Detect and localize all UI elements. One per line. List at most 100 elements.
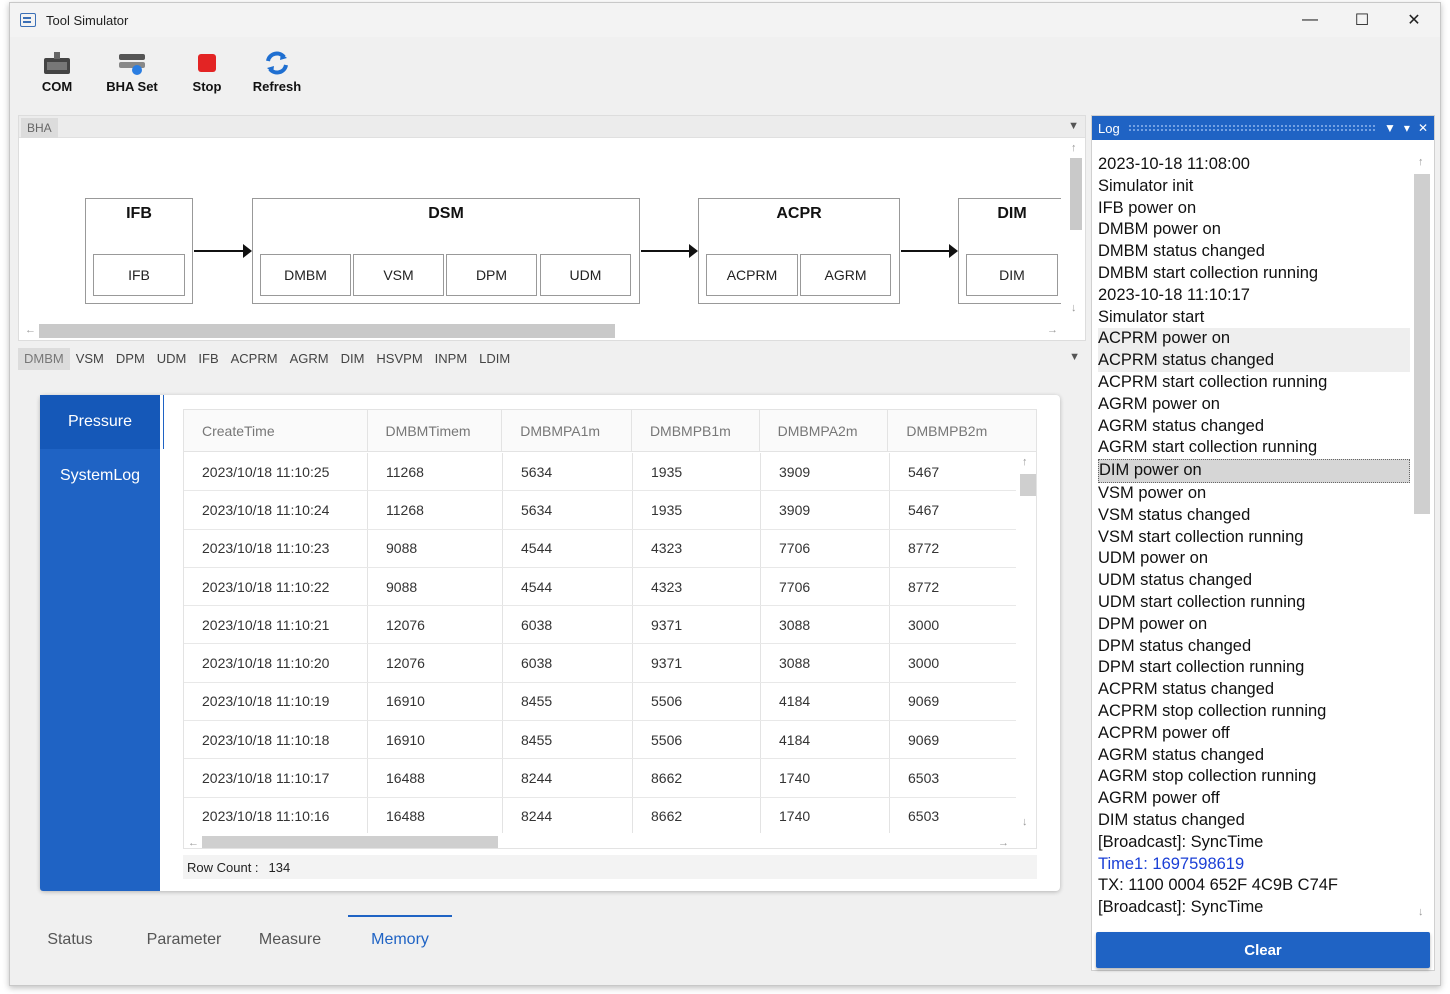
tab-udm[interactable]: UDM: [151, 348, 193, 370]
log-line[interactable]: DIM power on: [1098, 459, 1410, 483]
tab-bha[interactable]: BHA: [21, 118, 58, 138]
log-line[interactable]: IFB power on: [1098, 198, 1410, 220]
refresh-button[interactable]: Refresh: [252, 39, 302, 94]
log-line[interactable]: 2023-10-18 11:08:00: [1098, 154, 1410, 176]
table-row[interactable]: 2023/10/18 11:10:16 16488 8244 8662 1740 6503: [184, 797, 1016, 833]
log-line[interactable]: DMBM power on: [1098, 219, 1410, 241]
log-line[interactable]: AGRM status changed: [1098, 745, 1410, 767]
tab-parameter[interactable]: Parameter: [134, 915, 234, 955]
grid-vertical-scrollbar[interactable]: ↑ ↓: [1018, 454, 1036, 834]
module-acpr[interactable]: ACPR ACPRM AGRM: [698, 198, 900, 304]
tab-agrm[interactable]: AGRM: [284, 348, 335, 370]
tab-ldim[interactable]: LDIM: [473, 348, 516, 370]
log-line[interactable]: UDM start collection running: [1098, 592, 1410, 614]
tab-vsm[interactable]: VSM: [70, 348, 110, 370]
tabs-dropdown-icon[interactable]: ▼: [1069, 351, 1080, 363]
drag-grip[interactable]: [1127, 124, 1377, 132]
scroll-thumb[interactable]: [39, 324, 615, 338]
log-line[interactable]: VSM status changed: [1098, 505, 1410, 527]
scroll-right-icon[interactable]: →: [1047, 324, 1058, 336]
column-header[interactable]: DMBMTimem: [368, 410, 503, 451]
sub-module-dim[interactable]: DIM: [966, 254, 1058, 296]
scroll-down-icon[interactable]: ↓: [1022, 816, 1028, 828]
tab-dpm[interactable]: DPM: [110, 348, 151, 370]
scroll-up-icon[interactable]: ↑: [1418, 156, 1424, 168]
tab-dmbm[interactable]: DMBM: [18, 348, 70, 370]
log-line[interactable]: DPM start collection running: [1098, 657, 1410, 679]
close-icon[interactable]: ✕: [1418, 121, 1428, 135]
tab-memory[interactable]: Memory: [348, 915, 452, 955]
tab-measure[interactable]: Measure: [250, 915, 330, 955]
log-line[interactable]: AGRM power off: [1098, 788, 1410, 810]
sub-module-agrm[interactable]: AGRM: [800, 254, 891, 296]
column-header[interactable]: CreateTime: [184, 410, 368, 451]
log-line[interactable]: VSM start collection running: [1098, 527, 1410, 549]
column-header[interactable]: DMBMPA1m: [502, 410, 632, 451]
log-line[interactable]: AGRM status changed: [1098, 416, 1410, 438]
grid-horizontal-scrollbar[interactable]: ← →: [184, 834, 1016, 848]
nav-pressure[interactable]: Pressure: [40, 395, 164, 449]
bha-vertical-scrollbar[interactable]: ↑ ↓: [1067, 140, 1083, 316]
log-line[interactable]: ACPRM status changed: [1098, 679, 1410, 701]
close-button[interactable]: ✕: [1388, 3, 1440, 37]
log-line[interactable]: TX: 1100 0004 652F 4C9B C74F: [1098, 875, 1410, 897]
module-dim[interactable]: DIM DIM: [958, 198, 1061, 304]
log-line[interactable]: DIM status changed: [1098, 810, 1410, 832]
maximize-button[interactable]: ☐: [1336, 3, 1388, 37]
clear-button[interactable]: Clear: [1096, 932, 1430, 968]
scroll-down-icon[interactable]: ↓: [1071, 302, 1077, 314]
log-line[interactable]: DPM status changed: [1098, 636, 1410, 658]
panel-dropdown-icon[interactable]: ▼: [1068, 120, 1079, 132]
tab-dim[interactable]: DIM: [335, 348, 371, 370]
scroll-up-icon[interactable]: ↑: [1071, 142, 1077, 154]
log-vertical-scrollbar[interactable]: ↑ ↓: [1414, 154, 1430, 922]
scroll-thumb[interactable]: [1020, 474, 1036, 496]
scroll-thumb[interactable]: [1070, 158, 1082, 230]
table-row[interactable]: 2023/10/18 11:10:24 11268 5634 1935 3909 5467: [184, 491, 1016, 530]
log-line[interactable]: AGRM power on: [1098, 394, 1410, 416]
log-line[interactable]: ACPRM start collection running: [1098, 372, 1410, 394]
log-line[interactable]: DPM power on: [1098, 614, 1410, 636]
column-header[interactable]: DMBMPB1m: [632, 410, 760, 451]
module-ifb[interactable]: IFB IFB: [85, 198, 193, 304]
sub-module-acprm[interactable]: ACPRM: [706, 254, 798, 296]
com-button[interactable]: COM: [32, 39, 82, 94]
log-line[interactable]: Simulator init: [1098, 176, 1410, 198]
dropdown-icon[interactable]: ▼: [1384, 121, 1396, 135]
sub-module-dpm[interactable]: DPM: [446, 254, 537, 296]
minimize-button[interactable]: —: [1284, 3, 1336, 37]
scroll-left-icon[interactable]: ←: [188, 837, 199, 848]
sub-module-ifb[interactable]: IFB: [93, 254, 185, 296]
bha-set-button[interactable]: BHA Set: [102, 39, 162, 94]
pin-icon[interactable]: ▾: [1404, 121, 1410, 135]
scroll-right-icon[interactable]: →: [998, 837, 1009, 848]
log-line[interactable]: UDM power on: [1098, 548, 1410, 570]
sub-module-udm[interactable]: UDM: [540, 254, 631, 296]
column-header[interactable]: DMBMPA2m: [760, 410, 889, 451]
table-row[interactable]: 2023/10/18 11:10:19 16910 8455 5506 4184 9069: [184, 682, 1016, 722]
table-row[interactable]: 2023/10/18 11:10:21 12076 6038 9371 3088 3000: [184, 606, 1016, 645]
tab-ifb[interactable]: IFB: [192, 348, 224, 370]
table-row[interactable]: 2023/10/18 11:10:18 16910 8455 5506 4184 9069: [184, 721, 1016, 760]
scroll-down-icon[interactable]: ↓: [1418, 906, 1424, 918]
scroll-left-icon[interactable]: ←: [25, 324, 36, 336]
log-line[interactable]: [Broadcast]: SyncTime: [1098, 897, 1410, 919]
column-header[interactable]: DMBMPB2m: [888, 410, 1036, 451]
table-row[interactable]: 2023/10/18 11:10:23 9088 4544 4323 7706 8772: [184, 529, 1016, 568]
scroll-thumb[interactable]: [1414, 174, 1430, 514]
log-line[interactable]: Simulator start: [1098, 307, 1410, 329]
tab-status[interactable]: Status: [40, 915, 100, 955]
tab-acprm[interactable]: ACPRM: [225, 348, 284, 370]
log-line[interactable]: 2023-10-18 11:10:17: [1098, 285, 1410, 307]
log-line[interactable]: ACPRM stop collection running: [1098, 701, 1410, 723]
sub-module-vsm[interactable]: VSM: [353, 254, 444, 296]
table-row[interactable]: 2023/10/18 11:10:17 16488 8244 8662 1740 6503: [184, 759, 1016, 798]
log-line[interactable]: DMBM start collection running: [1098, 263, 1410, 285]
tab-hsvpm[interactable]: HSVPM: [370, 348, 428, 370]
log-line[interactable]: VSM power on: [1098, 483, 1410, 505]
log-line[interactable]: AGRM start collection running: [1098, 437, 1410, 459]
log-line[interactable]: ACPRM power on: [1098, 328, 1410, 351]
nav-systemlog[interactable]: SystemLog: [40, 449, 160, 503]
log-line[interactable]: AGRM stop collection running: [1098, 766, 1410, 788]
log-line[interactable]: ACPRM power off: [1098, 723, 1410, 745]
